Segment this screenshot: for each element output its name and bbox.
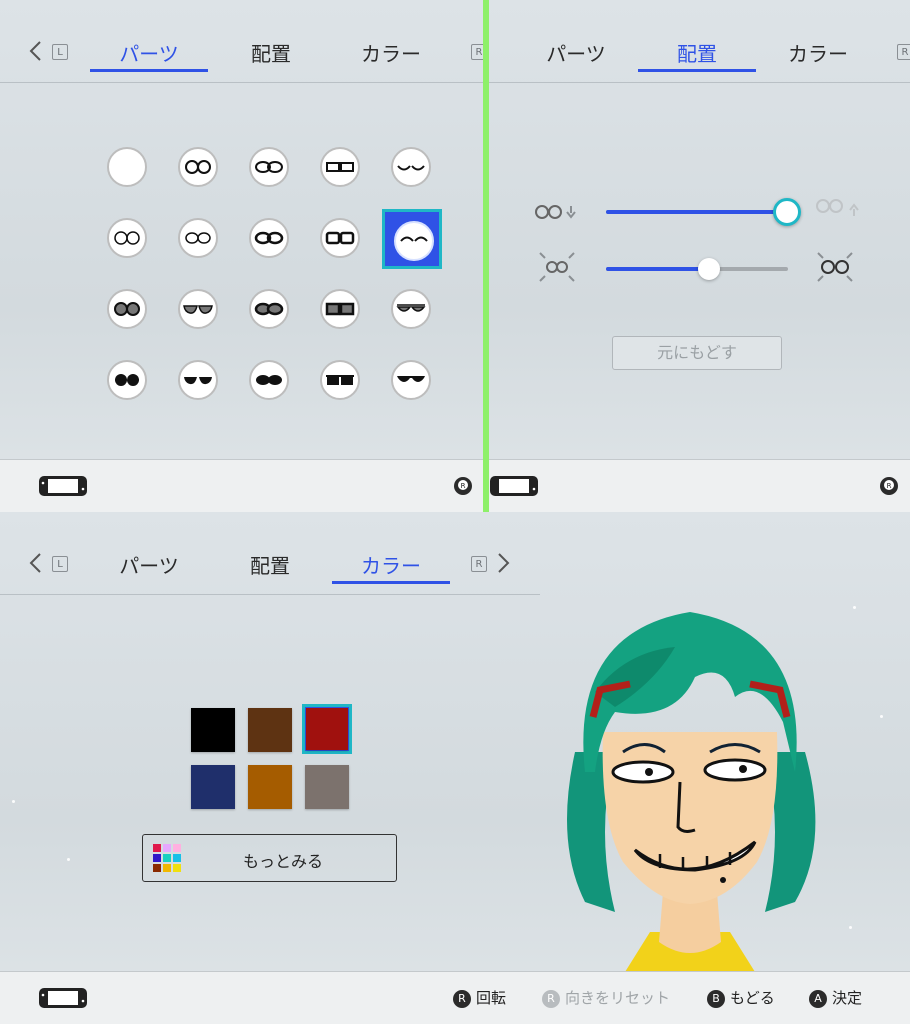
switch-console-icon <box>39 476 87 496</box>
tab-color[interactable]: カラー <box>332 38 450 70</box>
size-slider-fill <box>606 210 786 214</box>
r-stick-icon: R <box>880 477 898 495</box>
glasses-option[interactable] <box>176 145 220 189</box>
chevron-left-icon[interactable] <box>28 552 42 574</box>
r-stick-press-icon: R <box>542 989 560 1008</box>
glasses-option[interactable] <box>105 358 149 402</box>
r-stick-icon: R <box>454 477 472 495</box>
glasses-option[interactable] <box>176 358 220 402</box>
glasses-option[interactable] <box>176 287 220 331</box>
glasses-option[interactable] <box>318 287 362 331</box>
position-panel: パーツ 配置 カラー R 元にもどす R <box>489 0 910 512</box>
color-palette-icon <box>153 844 181 872</box>
more-colors-button[interactable]: もっとみる <box>142 834 397 882</box>
compress-icon <box>539 252 575 282</box>
back-label: もどる <box>730 989 775 1007</box>
glasses-option[interactable] <box>247 287 291 331</box>
tab-position[interactable]: 配置 <box>212 38 330 70</box>
color-swatch[interactable] <box>191 708 235 752</box>
footer-bar: R <box>489 459 910 512</box>
reset-direction-label: 向きをリセット <box>565 989 671 1007</box>
panel-divider <box>483 0 489 512</box>
r-button-icon: R <box>471 556 487 572</box>
reset-direction-hint: R 向きをリセット <box>542 988 670 1008</box>
spacing-slider-knob[interactable] <box>698 258 720 280</box>
glasses-option[interactable] <box>389 145 433 189</box>
footer-bar: R 回転 R 向きをリセット B もどる A 決定 <box>0 971 910 1024</box>
svg-text:R: R <box>887 482 892 490</box>
back-hint[interactable]: B もどる <box>707 988 775 1008</box>
switch-console-icon <box>39 988 87 1008</box>
r-button-icon: R <box>897 44 910 60</box>
tab-bar: L パーツ 配置 カラー R <box>0 0 483 83</box>
r-stick-icon: R <box>453 989 471 1008</box>
color-swatch[interactable] <box>306 708 348 750</box>
color-panel: L パーツ 配置 カラー R もっとみる R 回転 R 向きをリセット B もど… <box>0 512 910 1024</box>
parts-panel: L パーツ 配置 カラー R R <box>0 0 483 512</box>
l-button-icon: L <box>52 44 68 60</box>
b-button-icon: B <box>707 989 725 1008</box>
glasses-option[interactable] <box>247 358 291 402</box>
glasses-option[interactable] <box>105 145 149 189</box>
glasses-option[interactable] <box>318 216 362 260</box>
tab-position[interactable]: 配置 <box>638 38 756 72</box>
tab-parts[interactable]: パーツ <box>90 38 208 72</box>
tab-bar: パーツ 配置 カラー R <box>489 0 910 83</box>
tab-color[interactable]: カラー <box>332 550 450 584</box>
size-slider-knob[interactable] <box>773 198 801 226</box>
tab-bar: L パーツ 配置 カラー R <box>0 512 540 595</box>
r-button-icon: R <box>471 44 483 60</box>
rotate-label: 回転 <box>476 989 507 1007</box>
glasses-option-selected[interactable] <box>382 209 442 269</box>
glasses-option[interactable] <box>105 216 149 260</box>
color-swatch[interactable] <box>305 765 349 809</box>
footer-bar: R <box>0 459 483 512</box>
color-swatch[interactable] <box>248 708 292 752</box>
chevron-right-icon[interactable] <box>497 552 511 574</box>
glasses-option[interactable] <box>318 358 362 402</box>
tab-color[interactable]: カラー <box>759 38 877 70</box>
glasses-option[interactable] <box>247 145 291 189</box>
glasses-option[interactable] <box>389 287 433 331</box>
glasses-option[interactable] <box>176 216 220 260</box>
tab-parts[interactable]: パーツ <box>90 550 208 582</box>
glasses-option[interactable] <box>318 145 362 189</box>
switch-console-icon <box>490 476 538 496</box>
tab-position[interactable]: 配置 <box>211 550 329 582</box>
confirm-hint[interactable]: A 決定 <box>809 988 862 1008</box>
expand-icon <box>817 252 853 282</box>
tab-parts[interactable]: パーツ <box>517 38 635 70</box>
reset-button[interactable]: 元にもどす <box>612 336 782 370</box>
rotate-hint: R 回転 <box>453 988 506 1008</box>
spacing-slider-fill <box>606 267 710 271</box>
l-button-icon: L <box>52 556 68 572</box>
mii-avatar[interactable] <box>555 602 825 972</box>
glasses-option[interactable] <box>105 287 149 331</box>
glasses-option[interactable] <box>389 358 433 402</box>
color-swatch[interactable] <box>248 765 292 809</box>
glasses-smaller-icon <box>535 205 576 219</box>
a-button-icon: A <box>809 989 827 1008</box>
glasses-larger-icon <box>816 199 859 216</box>
glasses-option[interactable] <box>247 216 291 260</box>
confirm-label: 決定 <box>832 989 863 1007</box>
color-swatch[interactable] <box>191 765 235 809</box>
chevron-left-icon[interactable] <box>28 40 42 62</box>
svg-text:R: R <box>461 482 466 490</box>
more-colors-label: もっとみる <box>243 852 324 871</box>
